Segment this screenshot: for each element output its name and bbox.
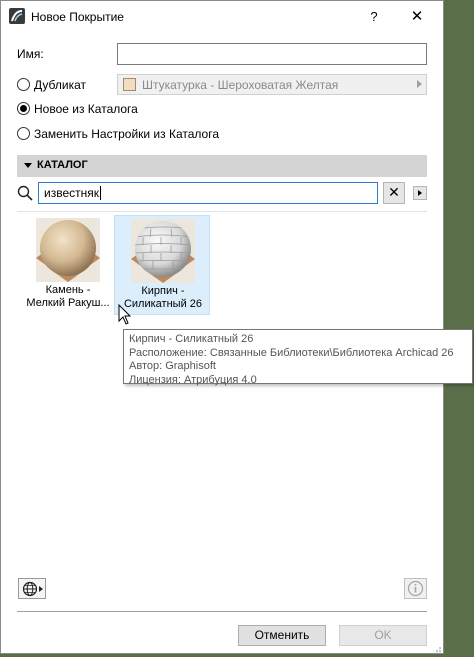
tooltip-author: Автор: Graphisoft: [129, 360, 216, 372]
title-bar: Новое Покрытие ? ✕: [1, 1, 443, 33]
ok-button[interactable]: OK: [339, 625, 427, 646]
item-tooltip: Кирпич - Силикатный 26 Расположение: Свя…: [123, 329, 473, 386]
help-button[interactable]: ?: [363, 7, 385, 27]
replace-settings-label: Заменить Настройки из Каталога: [34, 127, 220, 141]
collapse-triangle-icon[interactable]: [24, 163, 32, 168]
catalog-item-brick[interactable]: Кирпич - Силикатный 26: [114, 215, 210, 315]
replace-settings-radio[interactable]: [17, 127, 30, 140]
catalog-section-header[interactable]: КАТАЛОГ: [17, 155, 427, 177]
catalog-search-input[interactable]: известняк: [38, 182, 378, 204]
tooltip-name: Кирпич - Силикатный 26: [129, 333, 254, 345]
globe-button[interactable]: [18, 578, 46, 599]
dropdown-arrow-icon: [417, 80, 422, 88]
duplicate-radio[interactable]: [17, 78, 30, 91]
new-from-catalog-label: Новое из Каталога: [34, 102, 138, 116]
globe-icon: [22, 581, 43, 597]
tooltip-license: Лицензия: Атрибуция 4.0: [129, 373, 257, 386]
dialog-title: Новое Покрытие: [31, 10, 124, 24]
info-icon: [407, 580, 424, 597]
info-button[interactable]: [404, 578, 427, 599]
new-surface-dialog: Новое Покрытие ? ✕ Имя: Дубликат Штукату…: [0, 0, 473, 654]
surface-color-swatch: [123, 78, 136, 91]
item-label-line2: Мелкий Ракуш...: [26, 297, 110, 309]
duplicate-label: Дубликат: [34, 78, 86, 92]
stone-material-thumbnail: [36, 218, 100, 282]
resize-grip-icon[interactable]: [432, 646, 442, 654]
expand-arrow-button[interactable]: [413, 186, 427, 200]
name-label: Имя:: [17, 47, 44, 61]
clear-search-button[interactable]: ✕: [383, 182, 405, 204]
duplicate-source-value: Штукатурка - Шероховатая Желтая: [142, 78, 339, 92]
tooltip-location: Расположение: Связанные Библиотеки\Библи…: [129, 346, 454, 359]
catalog-item-stone[interactable]: Камень - Мелкий Ракуш...: [20, 215, 116, 315]
footer-divider: [17, 611, 427, 612]
catalog-header-label: КАТАЛОГ: [37, 159, 88, 171]
search-icon: [17, 185, 33, 201]
duplicate-source-field: Штукатурка - Шероховатая Желтая: [117, 74, 427, 95]
mouse-cursor-icon: [118, 304, 132, 325]
brick-material-thumbnail: [131, 219, 195, 283]
search-query-text: известняк: [44, 186, 99, 200]
close-button[interactable]: ✕: [406, 7, 428, 27]
new-from-catalog-radio[interactable]: [17, 102, 30, 115]
archicad-app-icon: [9, 8, 25, 24]
item-label-line1: Кирпич -: [141, 285, 185, 297]
cancel-button[interactable]: Отменить: [238, 625, 326, 646]
item-label-line1: Камень -: [45, 284, 91, 296]
name-input[interactable]: [117, 43, 427, 65]
catalog-grid: Камень - Мелкий Ракуш... Кирпич - Силика…: [17, 211, 427, 566]
